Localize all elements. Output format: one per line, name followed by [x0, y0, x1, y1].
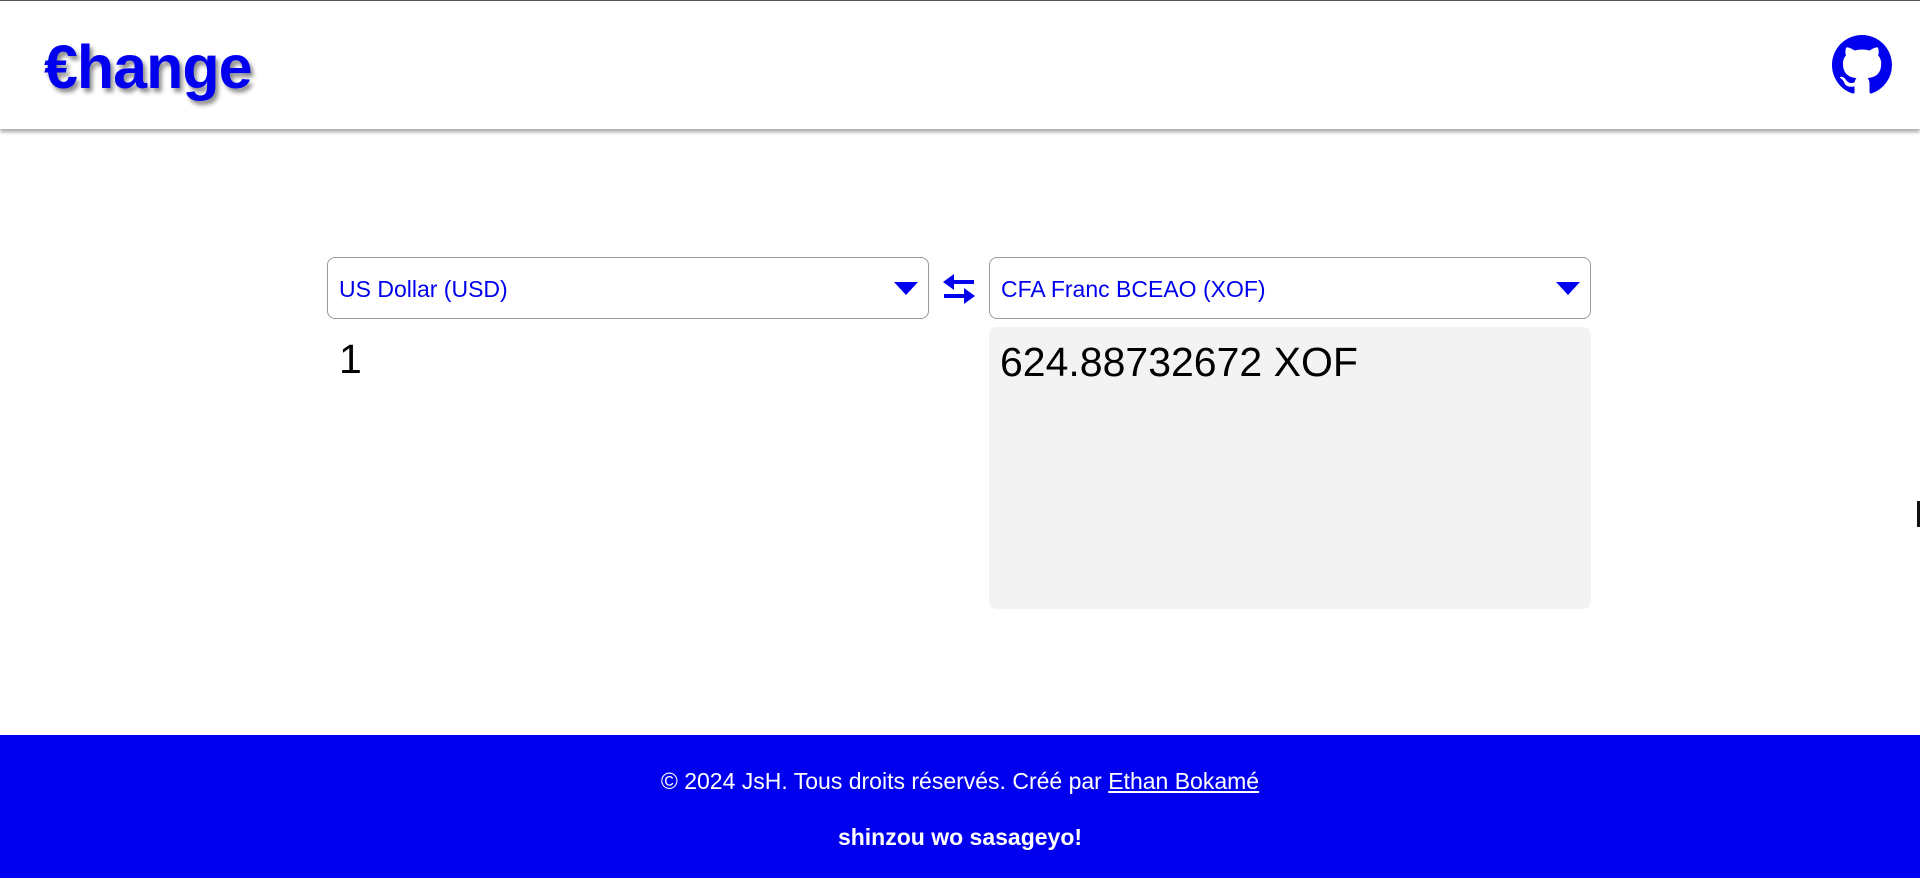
author-link[interactable]: Ethan Bokamé	[1108, 768, 1259, 794]
to-currency-select[interactable]: CFA Franc BCEAO (XOF)	[989, 257, 1591, 319]
app-header: €hange	[0, 1, 1920, 129]
amount-input[interactable]	[327, 327, 929, 391]
result-box: 624.88732672 XOF	[989, 327, 1591, 609]
footer: © 2024 JsH. Tous droits réservés. Créé p…	[0, 735, 1920, 878]
app-logo[interactable]: €hange	[44, 31, 253, 103]
page: €hange US Dollar (USD) CFA Franc BCEAO (…	[0, 0, 1920, 878]
from-currency-select[interactable]: US Dollar (USD)	[327, 257, 929, 319]
from-currency-label: US Dollar (USD)	[339, 276, 508, 302]
to-currency-label: CFA Franc BCEAO (XOF)	[1001, 276, 1266, 302]
copyright-text: © 2024 JsH. Tous droits réservés. Créé p…	[660, 768, 1109, 794]
footer-tagline: shinzou wo sasageyo!	[837, 824, 1083, 850]
caret-down-icon	[894, 282, 918, 295]
copyright-line: © 2024 JsH. Tous droits réservés. Créé p…	[0, 767, 1920, 795]
swap-arrows-icon[interactable]	[942, 273, 976, 305]
github-icon[interactable]	[1832, 35, 1892, 95]
conversion-result: 624.88732672 XOF	[1000, 339, 1358, 385]
caret-down-icon	[1556, 282, 1580, 295]
